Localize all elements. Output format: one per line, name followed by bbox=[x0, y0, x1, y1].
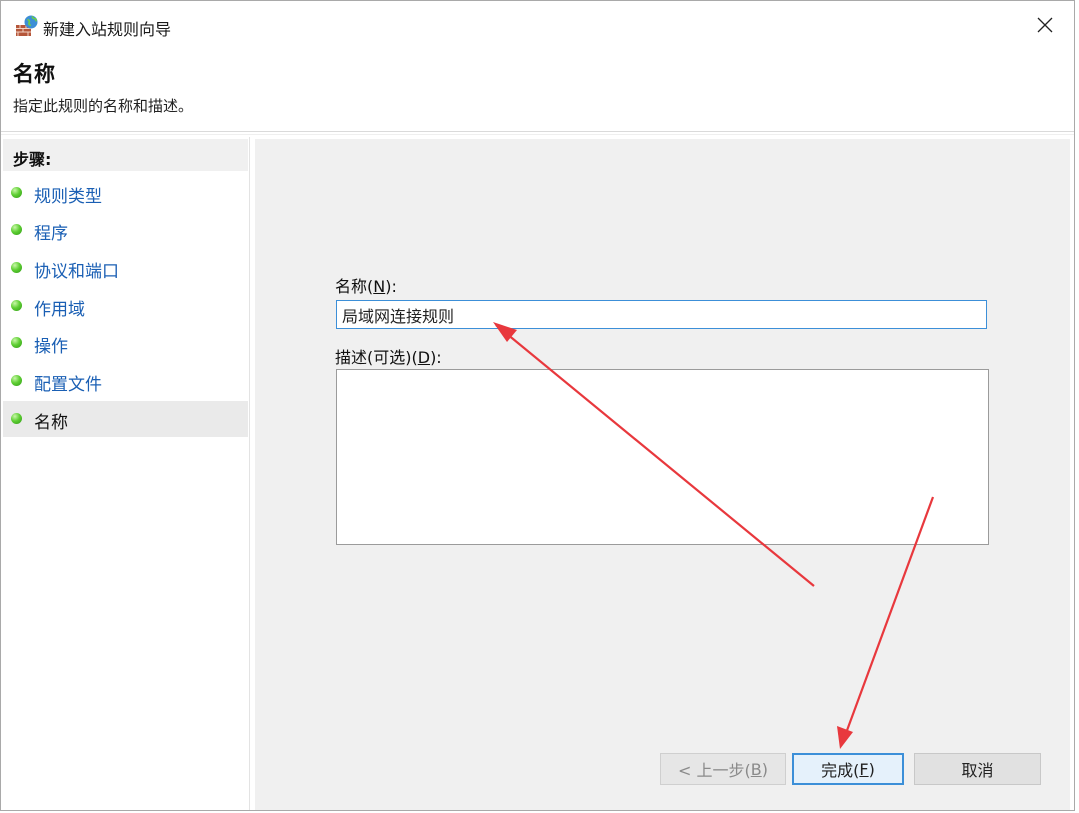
step-label: 规则类型 bbox=[34, 187, 102, 207]
header-divider bbox=[1, 131, 1074, 132]
green-dot-icon bbox=[11, 413, 22, 424]
step-program[interactable]: 程序 bbox=[3, 212, 248, 248]
step-protocol-ports[interactable]: 协议和端口 bbox=[3, 250, 248, 286]
page-description: 指定此规则的名称和描述。 bbox=[13, 97, 194, 115]
green-dot-icon bbox=[11, 262, 22, 273]
steps-sidebar: 步骤: 规则类型 程序 协议和端口 作用域 操作 配置文件 名称 bbox=[1, 137, 250, 810]
green-dot-icon bbox=[11, 187, 22, 198]
step-label: 配置文件 bbox=[34, 375, 102, 395]
name-input[interactable] bbox=[336, 300, 987, 329]
close-icon bbox=[1037, 17, 1053, 37]
step-label: 操作 bbox=[34, 337, 68, 357]
description-label: 描述(可选)(D): bbox=[335, 348, 442, 367]
title-bar: 新建入站规则向导 bbox=[1, 1, 1074, 53]
step-name[interactable]: 名称 bbox=[3, 401, 248, 437]
step-label: 名称 bbox=[34, 413, 68, 433]
step-profile[interactable]: 配置文件 bbox=[3, 363, 248, 399]
description-textarea[interactable] bbox=[336, 369, 989, 545]
window-title: 新建入站规则向导 bbox=[43, 20, 172, 39]
step-label: 作用域 bbox=[34, 300, 85, 320]
step-rule-type[interactable]: 规则类型 bbox=[3, 175, 248, 211]
page-title: 名称 bbox=[13, 62, 55, 86]
back-button[interactable]: < 上一步(B) bbox=[660, 753, 786, 785]
finish-button[interactable]: 完成(F) bbox=[792, 753, 904, 785]
cancel-button[interactable]: 取消 bbox=[914, 753, 1041, 785]
green-dot-icon bbox=[11, 224, 22, 235]
step-scope[interactable]: 作用域 bbox=[3, 288, 248, 324]
green-dot-icon bbox=[11, 375, 22, 386]
wizard-window: 新建入站规则向导 名称 指定此规则的名称和描述。 步骤: 规则类型 程序 协议和… bbox=[0, 0, 1075, 811]
name-label: 名称(N): bbox=[335, 277, 397, 296]
main-panel: 名称(N): 描述(可选)(D): < 上一步(B) 完成(F) 取消 bbox=[255, 139, 1070, 810]
steps-title: 步骤: bbox=[13, 150, 52, 169]
steps-header: 步骤: bbox=[3, 139, 248, 171]
step-action[interactable]: 操作 bbox=[3, 325, 248, 361]
firewall-globe-icon bbox=[15, 14, 39, 38]
step-label: 协议和端口 bbox=[34, 262, 119, 282]
step-label: 程序 bbox=[34, 224, 68, 244]
close-button[interactable] bbox=[1016, 1, 1074, 53]
green-dot-icon bbox=[11, 337, 22, 348]
header-divider-shadow bbox=[1, 134, 1074, 135]
green-dot-icon bbox=[11, 300, 22, 311]
